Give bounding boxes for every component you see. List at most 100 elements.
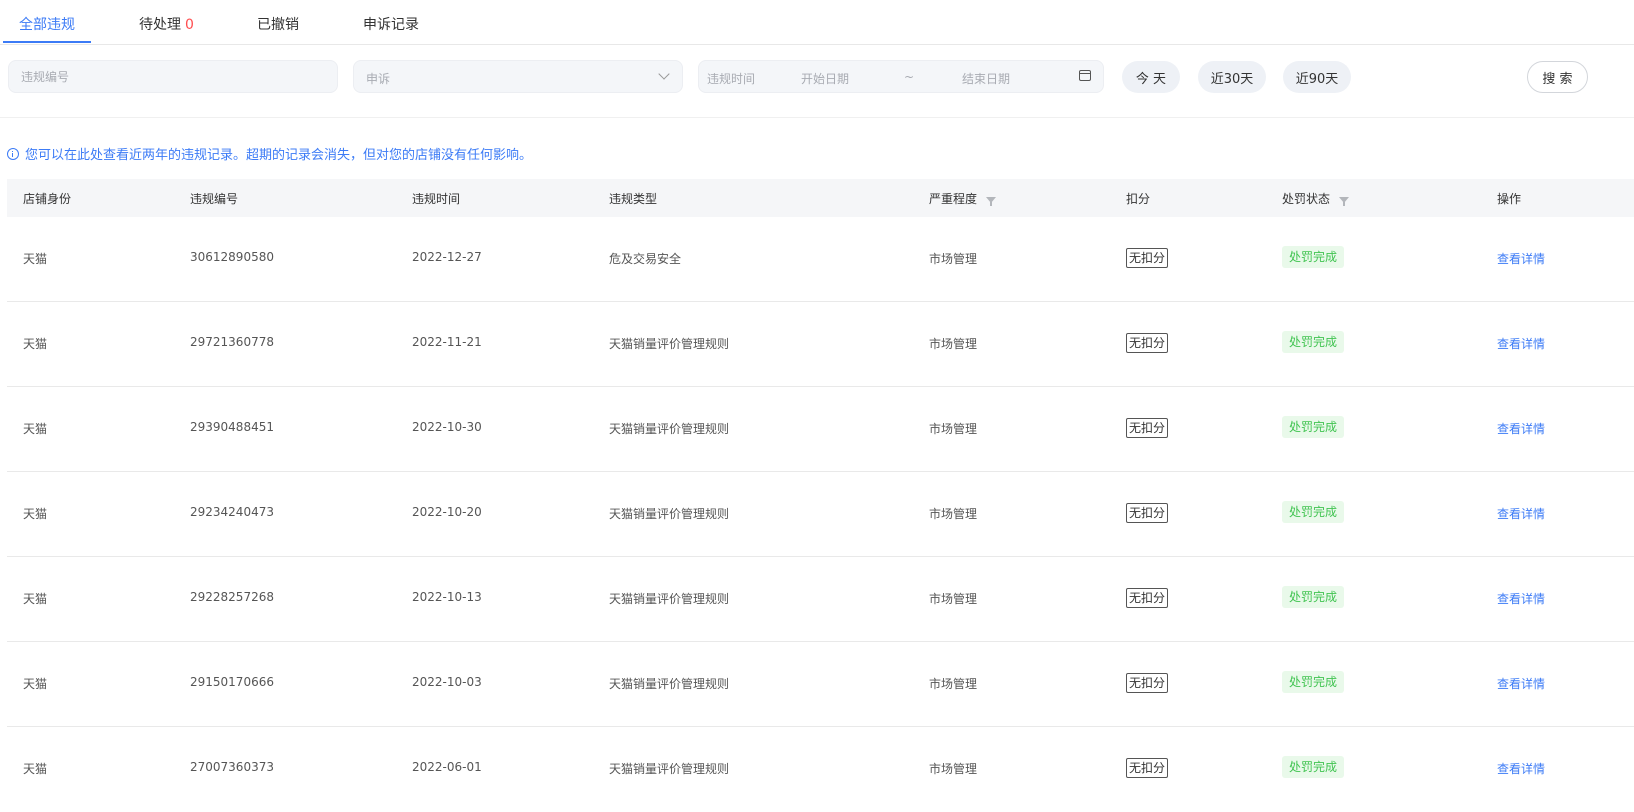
violation-no-input[interactable] bbox=[9, 61, 337, 92]
col-status-label: 处罚状态 bbox=[1282, 192, 1331, 206]
shop-identity-cell: 天猫 bbox=[23, 592, 48, 606]
tab-revoked[interactable]: 已撤销 bbox=[257, 14, 299, 34]
violation-type-cell: 危及交易安全 bbox=[609, 252, 682, 266]
appeal-select[interactable]: 申诉 bbox=[353, 60, 683, 93]
severity-cell: 市场管理 bbox=[929, 592, 978, 606]
violation-no-cell: 29228257268 bbox=[190, 590, 274, 604]
severity-cell: 市场管理 bbox=[929, 507, 978, 521]
score-badge: 无扣分 bbox=[1126, 503, 1169, 523]
tab-appeal-records[interactable]: 申诉记录 bbox=[363, 14, 419, 34]
violation-no-cell: 30612890580 bbox=[190, 250, 274, 264]
status-badge: 处罚完成 bbox=[1282, 671, 1345, 693]
pending-count-badge: 0 bbox=[185, 17, 194, 33]
score-badge: 无扣分 bbox=[1126, 418, 1169, 438]
status-badge: 处罚完成 bbox=[1282, 501, 1345, 523]
col-score-label: 扣分 bbox=[1126, 192, 1151, 206]
date-range-label: 违规时间 bbox=[707, 72, 756, 86]
tab-pending[interactable]: 待处理 0 bbox=[139, 14, 194, 34]
table-row: 天猫 30612890580 2022-12-27 危及交易安全 市场管理 无扣… bbox=[7, 217, 1634, 302]
severity-cell: 市场管理 bbox=[929, 337, 978, 351]
view-details-link[interactable]: 查看详情 bbox=[1497, 590, 1545, 607]
violation-time-cell: 2022-11-21 bbox=[412, 335, 482, 349]
table-row: 天猫 29150170666 2022-10-03 天猫销量评价管理规则 市场管… bbox=[7, 642, 1634, 727]
col-action: 操作 bbox=[1497, 190, 1521, 207]
view-details-link[interactable]: 查看详情 bbox=[1497, 335, 1545, 352]
table-header: 店铺身份 违规编号 违规时间 违规类型 严重程度 扣分 处罚状态 操作 bbox=[7, 179, 1634, 217]
view-details-link[interactable]: 查看详情 bbox=[1497, 505, 1545, 522]
calendar-icon[interactable] bbox=[1079, 70, 1091, 81]
tab-pending-label: 待处理 bbox=[139, 17, 181, 33]
score-badge: 无扣分 bbox=[1126, 673, 1169, 693]
chevron-down-icon bbox=[658, 68, 670, 80]
col-action-label: 操作 bbox=[1497, 192, 1522, 206]
severity-cell: 市场管理 bbox=[929, 677, 978, 691]
violation-no-cell: 29234240473 bbox=[190, 505, 274, 519]
table-row: 天猫 29390488451 2022-10-30 天猫销量评价管理规则 市场管… bbox=[7, 387, 1634, 472]
violation-type-cell: 天猫销量评价管理规则 bbox=[609, 762, 730, 776]
shop-identity-cell: 天猫 bbox=[23, 337, 48, 351]
date-range-separator: ~ bbox=[904, 70, 915, 84]
shop-identity-cell: 天猫 bbox=[23, 507, 48, 521]
last-30-days-button[interactable]: 近30天 bbox=[1198, 61, 1266, 93]
table-row: 天猫 29721360778 2022-11-21 天猫销量评价管理规则 市场管… bbox=[7, 302, 1634, 387]
violation-time-cell: 2022-10-20 bbox=[412, 505, 482, 519]
appeal-select-value: 申诉 bbox=[366, 72, 391, 86]
violation-no-cell: 29721360778 bbox=[190, 335, 274, 349]
view-details-link[interactable]: 查看详情 bbox=[1497, 675, 1545, 692]
col-violation-no: 违规编号 bbox=[190, 190, 238, 207]
table-row: 天猫 29228257268 2022-10-13 天猫销量评价管理规则 市场管… bbox=[7, 557, 1634, 642]
score-badge: 无扣分 bbox=[1126, 588, 1169, 608]
violation-time-cell: 2022-10-30 bbox=[412, 420, 482, 434]
col-violation-time-label: 违规时间 bbox=[412, 192, 461, 206]
notice-text: 您可以在此处查看近两年的违规记录。超期的记录会消失，但对您的店铺没有任何影响。 bbox=[25, 148, 533, 163]
view-details-link[interactable]: 查看详情 bbox=[1497, 420, 1545, 437]
last-90-days-button[interactable]: 近90天 bbox=[1283, 61, 1351, 93]
status-badge: 处罚完成 bbox=[1282, 416, 1345, 438]
col-shop-identity-label: 店铺身份 bbox=[23, 192, 72, 206]
severity-cell: 市场管理 bbox=[929, 252, 978, 266]
col-violation-type: 违规类型 bbox=[609, 190, 657, 207]
severity-cell: 市场管理 bbox=[929, 422, 978, 436]
violation-time-cell: 2022-12-27 bbox=[412, 250, 482, 264]
violation-time-cell: 2022-06-01 bbox=[412, 760, 482, 774]
violation-no-cell: 27007360373 bbox=[190, 760, 274, 774]
table-row: 天猫 29234240473 2022-10-20 天猫销量评价管理规则 市场管… bbox=[7, 472, 1634, 557]
shop-identity-cell: 天猫 bbox=[23, 422, 48, 436]
col-violation-no-label: 违规编号 bbox=[190, 192, 239, 206]
view-details-link[interactable]: 查看详情 bbox=[1497, 250, 1545, 267]
violation-type-cell: 天猫销量评价管理规则 bbox=[609, 677, 730, 691]
status-badge: 处罚完成 bbox=[1282, 586, 1345, 608]
divider bbox=[0, 117, 1634, 118]
score-badge: 无扣分 bbox=[1126, 333, 1169, 353]
today-button[interactable]: 今 天 bbox=[1122, 61, 1180, 93]
view-details-link[interactable]: 查看详情 bbox=[1497, 760, 1545, 777]
search-button[interactable]: 搜 索 bbox=[1527, 61, 1588, 93]
status-badge: 处罚完成 bbox=[1282, 756, 1345, 778]
violation-no-cell: 29150170666 bbox=[190, 675, 274, 689]
info-icon bbox=[7, 147, 19, 160]
violation-type-cell: 天猫销量评价管理规则 bbox=[609, 337, 730, 351]
date-range-picker[interactable]: 违规时间 开始日期 ~ 结束日期 bbox=[698, 60, 1104, 93]
col-violation-time: 违规时间 bbox=[412, 190, 460, 207]
filter-icon[interactable] bbox=[1339, 196, 1350, 206]
col-violation-type-label: 违规类型 bbox=[609, 192, 658, 206]
table-row: 天猫 27007360373 2022-06-01 天猫销量评价管理规则 市场管… bbox=[7, 727, 1634, 812]
col-shop-identity: 店铺身份 bbox=[23, 190, 71, 207]
filter-icon[interactable] bbox=[986, 196, 997, 206]
shop-identity-cell: 天猫 bbox=[23, 762, 48, 776]
end-date-input[interactable]: 结束日期 bbox=[962, 70, 1010, 87]
violation-type-cell: 天猫销量评价管理规则 bbox=[609, 507, 730, 521]
violation-no-field bbox=[8, 60, 338, 93]
severity-cell: 市场管理 bbox=[929, 762, 978, 776]
violation-time-cell: 2022-10-13 bbox=[412, 590, 482, 604]
start-date-input[interactable]: 开始日期 bbox=[801, 70, 849, 87]
violation-time-cell: 2022-10-03 bbox=[412, 675, 482, 689]
active-tab-indicator bbox=[3, 41, 91, 43]
score-badge: 无扣分 bbox=[1126, 758, 1169, 778]
violation-no-cell: 29390488451 bbox=[190, 420, 274, 434]
tab-bar: 全部违规 待处理 0 已撤销 申诉记录 bbox=[0, 0, 1634, 45]
col-severity: 严重程度 bbox=[929, 190, 997, 207]
shop-identity-cell: 天猫 bbox=[23, 252, 48, 266]
tab-all-violations[interactable]: 全部违规 bbox=[19, 14, 75, 34]
table-body: 天猫 30612890580 2022-12-27 危及交易安全 市场管理 无扣… bbox=[7, 217, 1634, 812]
